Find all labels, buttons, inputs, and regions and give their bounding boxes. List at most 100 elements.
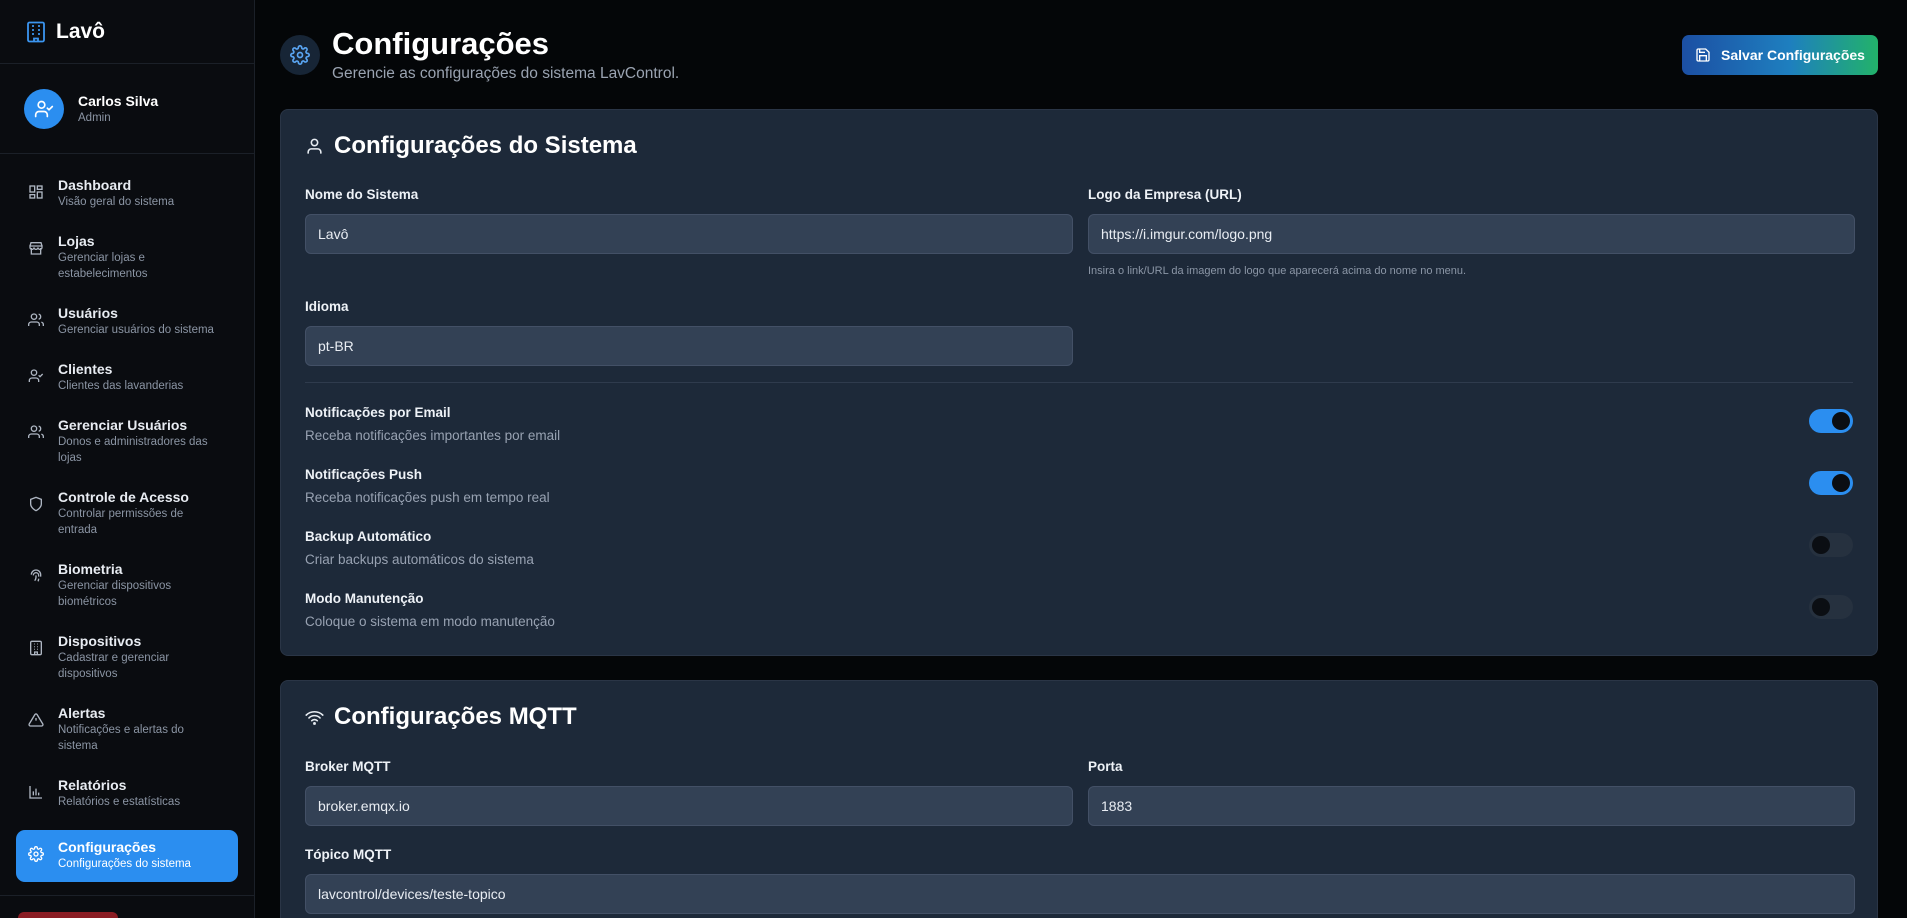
sidebar-item-label: Dashboard [58, 177, 132, 193]
divider [305, 382, 1853, 383]
brand[interactable]: Lavô [0, 0, 254, 64]
sidebar-item-sub: Gerenciar dispositivos biométricos [58, 580, 172, 608]
bar-chart-icon [29, 786, 42, 799]
toggle-knob [1832, 474, 1850, 492]
grid-icon [29, 185, 43, 199]
sidebar-item-label: Gerenciar Usuários [58, 417, 188, 433]
sidebar-item-controle-acesso[interactable]: Controle de Acesso Controlar permissões d… [16, 488, 238, 544]
toggle-knob [1812, 536, 1830, 554]
sidebar-item-label: Biometria [58, 561, 123, 577]
mqtt-broker-label: Broker MQTT [305, 759, 391, 774]
maintenance-mode-label: Modo Manutenção [305, 591, 424, 606]
sidebar-item-sub: Controlar permissões de entrada [58, 508, 184, 536]
user-profile[interactable]: Carlos Silva Admin [0, 64, 254, 154]
wifi-icon [305, 710, 324, 725]
mqtt-broker-input[interactable]: broker.emqx.io [305, 786, 1073, 826]
sidebar-item-configuracoes[interactable]: Configurações Configurações do sistema [16, 830, 238, 882]
gear-icon [290, 45, 310, 65]
avatar [24, 88, 64, 129]
sidebar-item-clientes[interactable]: Clientes Clientes das lavanderias [16, 360, 238, 400]
push-notifications-label: Notificações Push [305, 467, 423, 482]
building-icon [27, 21, 45, 42]
system-name-label: Nome do Sistema [305, 187, 419, 202]
maintenance-mode-sub: Coloque o sistema em modo manutenção [305, 614, 555, 629]
sidebar-item-sub: Cadastrar e gerenciar dispositivos [58, 652, 170, 680]
sidebar-item-relatorios[interactable]: Relatórios Relatórios e estatísticas [16, 776, 238, 816]
language-label: Idioma [305, 299, 349, 314]
system-settings-title: Configurações do Sistema [305, 132, 637, 160]
card-title-text: Configurações do Sistema [334, 132, 637, 159]
settings-header-icon [280, 35, 320, 75]
email-notifications-sub: Receba notificações importantes por emai… [305, 428, 561, 443]
auto-backup-label: Backup Automático [305, 529, 432, 544]
toggle-knob [1812, 598, 1830, 616]
sidebar-item-sub: Configurações do sistema [58, 858, 191, 870]
sidebar-item-dispositivos[interactable]: Dispositivos Cadastrar e gerenciar dispos… [16, 632, 238, 688]
logout-button[interactable] [18, 912, 118, 918]
building-icon [30, 640, 42, 656]
save-settings-button[interactable]: Salvar Configurações [1682, 35, 1878, 75]
divider [0, 895, 255, 896]
sidebar: Lavô Carlos Silva Admin Dashboard Visão g… [0, 0, 255, 918]
sidebar-item-usuarios[interactable]: Usuários Gerenciar usuários do sistema [16, 304, 238, 344]
system-settings-card: Configurações do Sistema Nome do Sistema… [280, 109, 1878, 656]
sidebar-item-lojas[interactable]: Lojas Gerenciar lojas e estabelecimentos [16, 232, 238, 288]
maintenance-mode-toggle[interactable] [1809, 595, 1853, 619]
mqtt-topic-input[interactable]: lavcontrol/devices/teste-topico [305, 874, 1855, 914]
sidebar-item-sub: Relatórios e estatísticas [58, 796, 181, 808]
logo-url-label: Logo da Empresa (URL) [1088, 187, 1242, 202]
save-icon [1696, 48, 1710, 62]
push-notifications-toggle[interactable] [1809, 471, 1853, 495]
logo-url-hint: Insira o link/URL da imagem do logo que … [1088, 265, 1467, 277]
sidebar-item-sub: Clientes das lavanderias [58, 380, 184, 392]
sidebar-item-gerenciar-usuarios[interactable]: Gerenciar Usuários Donos e administradore… [16, 416, 238, 472]
auto-backup-sub: Criar backups automáticos do sistema [305, 552, 534, 567]
sidebar-item-alertas[interactable]: Alertas Notificações e alertas do sistema [16, 704, 238, 760]
sidebar-item-sub: Visão geral do sistema [58, 196, 175, 208]
sidebar-item-sub: Gerenciar usuários do sistema [58, 324, 214, 336]
sidebar-item-label: Relatórios [58, 777, 127, 793]
mqtt-topic-label: Tópico MQTT [305, 847, 392, 862]
shield-icon [30, 496, 42, 512]
brand-name: Lavô [56, 19, 106, 43]
user-name: Carlos Silva [78, 93, 159, 109]
sidebar-item-label: Alertas [58, 705, 106, 721]
sidebar-item-label: Configurações [58, 839, 157, 855]
language-select[interactable]: pt-BR [305, 326, 1073, 366]
logo-url-input[interactable]: https://i.imgur.com/logo.png [1088, 214, 1855, 254]
mqtt-settings-title: Configurações MQTT [305, 703, 577, 731]
sidebar-nav: Dashboard Visão geral do sistema Lojas Ger… [0, 154, 254, 882]
mqtt-port-label: Porta [1088, 759, 1123, 774]
sidebar-item-sub: Gerenciar lojas e estabelecimentos [58, 252, 148, 280]
sidebar-item-label: Clientes [58, 361, 113, 377]
save-settings-label: Salvar Configurações [1721, 47, 1865, 63]
gear-icon [28, 846, 44, 862]
users-icon [28, 313, 44, 326]
sidebar-item-label: Usuários [58, 305, 118, 321]
user-check-icon [34, 100, 54, 117]
sidebar-item-label: Controle de Acesso [58, 489, 189, 505]
system-name-input[interactable]: Lavô [305, 214, 1073, 254]
users-icon [28, 425, 44, 438]
sidebar-item-dashboard[interactable]: Dashboard Visão geral do sistema [16, 176, 238, 216]
email-notifications-toggle[interactable] [1809, 409, 1853, 433]
mqtt-settings-card: Configurações MQTT Broker MQTT broker.em… [280, 680, 1878, 918]
store-icon [29, 242, 43, 255]
email-notifications-label: Notificações por Email [305, 405, 451, 420]
sidebar-item-label: Lojas [58, 233, 95, 249]
user-role: Admin [78, 112, 111, 124]
push-notifications-sub: Receba notificações push em tempo real [305, 490, 550, 505]
sidebar-item-sub: Notificações e alertas do sistema [58, 724, 184, 752]
page-subtitle: Gerencie as configurações do sistema Lav… [332, 65, 680, 82]
sidebar-item-sub: Donos e administradores das lojas [58, 436, 208, 464]
mqtt-port-input[interactable]: 1883 [1088, 786, 1855, 826]
toggle-knob [1832, 412, 1850, 430]
page-title: Configurações [332, 26, 550, 61]
card-title-text: Configurações MQTT [334, 703, 577, 730]
fingerprint-icon [30, 569, 42, 582]
auto-backup-toggle[interactable] [1809, 533, 1853, 557]
sidebar-item-label: Dispositivos [58, 633, 142, 649]
alert-triangle-icon [28, 713, 44, 727]
user-icon [307, 138, 322, 154]
sidebar-item-biometria[interactable]: Biometria Gerenciar dispositivos biométri… [16, 560, 238, 616]
